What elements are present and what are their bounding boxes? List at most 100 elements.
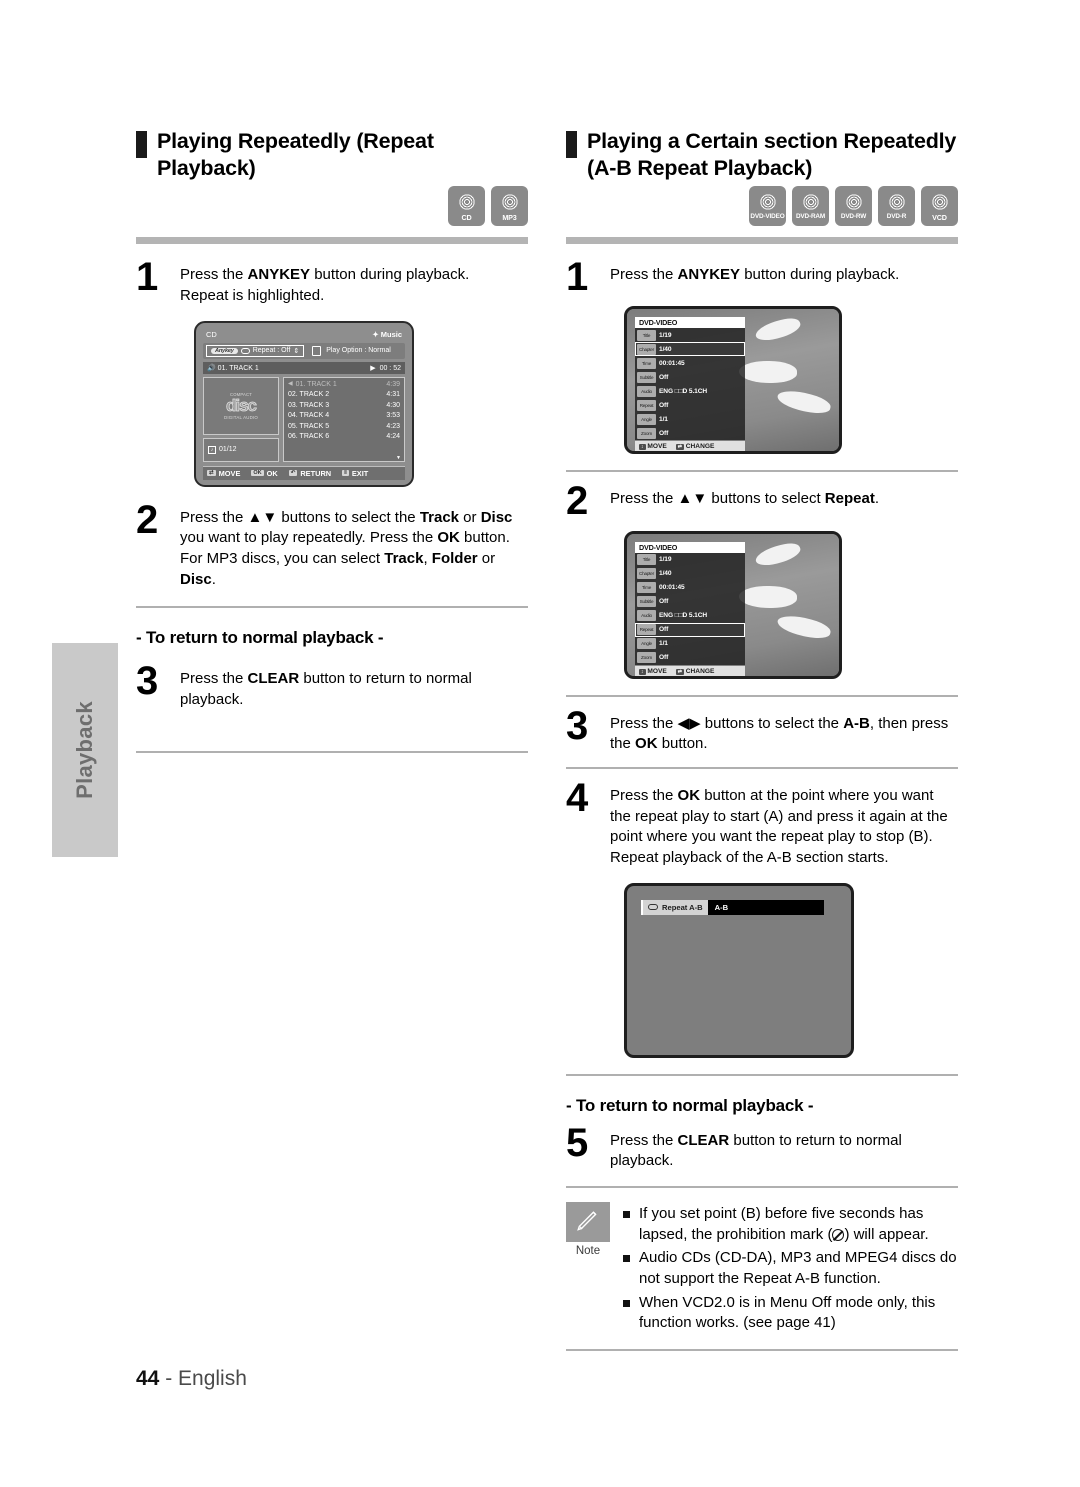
dvd-osd-row-chapter[interactable]: Chapter 1/40 <box>635 567 745 581</box>
disc-badge-dvd-rw: DVD-RW <box>835 186 872 227</box>
dvd-osd-row-zoom[interactable]: Zoom Off <box>635 651 745 665</box>
dvd-osd-row-zoom[interactable]: Zoom Off <box>635 426 745 440</box>
right-step-4: 4 Press the OK button at the point where… <box>566 775 958 869</box>
cd-track-name: 04. TRACK 4 <box>288 412 330 420</box>
cd-footer-action-ok[interactable]: OK OK <box>251 469 278 478</box>
cd-track-row[interactable]: 06. TRACK 6 4:24 <box>287 432 401 443</box>
dvd-osd-row-value: Off <box>659 626 669 634</box>
disc-badge-mp3: MP3 <box>491 186 528 227</box>
step-number: 1 <box>566 255 588 300</box>
cd-track-name: 06. TRACK 6 <box>288 433 330 441</box>
disc-badge-dvd-video: DVD-VIDEO <box>749 186 786 227</box>
cd-track-time: 4:30 <box>386 401 400 409</box>
playlist-icon <box>312 345 322 356</box>
note-item: If you set point (B) before five seconds… <box>623 1204 958 1245</box>
cd-track-row[interactable]: 03. TRACK 3 4:30 <box>287 401 401 412</box>
key-icon: ↶ <box>288 470 298 477</box>
cd-track-row[interactable]: ◀ 01. TRACK 1 4:39 <box>287 380 401 391</box>
cd-repeat-option[interactable]: Anykey Repeat : Off ⇕ <box>206 344 305 357</box>
cd-track-name: 03. TRACK 3 <box>288 401 330 409</box>
cd-osd-footer: ⇄ MOVE OK OK ↶ RETURN ‖ EXIT <box>203 465 405 480</box>
chapter-side-tab-label: Playback <box>72 701 97 799</box>
dvd-osd-row-value: 1/19 <box>659 331 672 339</box>
step-text: Press the CLEAR button to return to norm… <box>610 1131 902 1170</box>
disc-badge-vcd: VCD <box>921 186 958 227</box>
step-text: Press the OK button at the point where y… <box>610 786 948 866</box>
cd-footer-action-return[interactable]: ↶ RETURN <box>288 469 331 478</box>
cd-main-area: COMPACT disc DIGITAL AUDIO ♪ 01/12 ▼ ◀ 01… <box>203 376 405 462</box>
dvd-osd-row-angle[interactable]: Angle 1/1 <box>635 637 745 651</box>
dvd-footer-action-change[interactable]: ⇄ CHANGE <box>675 668 714 675</box>
cd-track-row[interactable]: 02. TRACK 2 4:31 <box>287 390 401 401</box>
cd-source-label: CD <box>206 329 217 339</box>
music-note-icon: ♪ <box>208 445 216 454</box>
cd-disc-artwork: COMPACT disc DIGITAL AUDIO <box>203 376 279 435</box>
dvd-osd-row-value: 1/1 <box>659 415 668 423</box>
dvd-osd-row-title[interactable]: Title 1/19 <box>635 553 745 567</box>
right-section-title: Playing a Certain section Repeatedly (A-… <box>587 129 957 181</box>
dvd-osd-row-repeat[interactable]: Repeat Off <box>635 398 745 412</box>
note-item-text: Audio CDs (CD-DA), MP3 and MPEG4 discs d… <box>639 1249 957 1288</box>
cd-track-time: 4:31 <box>386 391 400 399</box>
disc-icon <box>756 191 779 214</box>
right-step-3: 3 Press the ◀▶ buttons to select the A-B… <box>566 703 958 755</box>
step-number: 3 <box>566 703 588 748</box>
time-icon: Time <box>637 582 656 594</box>
section-bar-marker <box>136 131 147 158</box>
note-block: Note If you set point (B) before five se… <box>566 1202 958 1337</box>
dvd-osd-row-chapter[interactable]: Chapter 1/40 <box>635 342 745 357</box>
cd-track-row[interactable]: 04. TRACK 4 3:53 <box>287 411 401 422</box>
step-number: 4 <box>566 775 588 820</box>
cd-left-pane: COMPACT disc DIGITAL AUDIO ♪ 01/12 <box>203 376 279 462</box>
key-icon: ‖ <box>342 470 349 477</box>
cd-track-list[interactable]: ▼ ◀ 01. TRACK 1 4:39 02. TRACK 2 4:31 03. TRA… <box>283 376 405 462</box>
page-footer-sep: - <box>165 1367 179 1390</box>
dvd-footer-action-move[interactable]: ↕ MOVE <box>639 443 667 451</box>
dvd-osd-row-angle[interactable]: Angle 1/1 <box>635 412 745 426</box>
subtitle-icon: Subtitle <box>637 371 656 383</box>
ab-repeat-value: A-B <box>707 899 824 915</box>
dvd-osd-row-subtitle[interactable]: Subtitle Off <box>635 595 745 609</box>
cd-mode-label: ✦ Music <box>372 329 402 339</box>
dvd-footer-action-change[interactable]: ⇄ CHANGE <box>675 443 715 451</box>
dvd-osd-row-title[interactable]: Title 1/19 <box>635 328 745 342</box>
right-column: Playing a Certain section Repeatedly (A-… <box>566 128 958 1352</box>
dvd-osd-row-audio[interactable]: Audio ENG □□D 5.1CH <box>635 609 745 623</box>
dvd-osd-rows[interactable]: Title 1/19 Chapter 1/40 Time 00:01:45 Subtitle… <box>635 328 745 441</box>
step-text: Press the ANYKEY button during playback.… <box>180 266 470 304</box>
note-top-rule <box>566 1186 958 1189</box>
cd-logo-sub: DIGITAL AUDIO <box>223 414 259 420</box>
dvd-osd-rows[interactable]: Title 1/19 Chapter 1/40 Time 00:01:45 Subtitle… <box>635 552 745 665</box>
right-step-2: 2 Press the ▲▼ buttons to select Repeat. <box>566 481 958 521</box>
dvd-osd-footer: ↕ MOVE ⇄ CHANGE <box>635 665 745 676</box>
cd-footer-action-move[interactable]: ⇄ MOVE <box>207 469 240 478</box>
cd-track-counter-value: 01/12 <box>219 446 237 454</box>
cd-now-playing-time: ▶ 00 : 52 <box>370 364 401 372</box>
cd-track-row[interactable]: 05. TRACK 5 4:23 <box>287 422 401 433</box>
dvd-osd-row-subtitle[interactable]: Subtitle Off <box>635 370 745 384</box>
dvd-osd-row-value: Off <box>659 598 669 606</box>
right-divider-1 <box>566 470 958 473</box>
dvd-osd-row-audio[interactable]: Audio ENG □□D 5.1CH <box>635 384 745 398</box>
step-text: Press the ANYKEY button during playback. <box>610 266 900 284</box>
updown-arrows-icon: ⇕ <box>293 347 300 355</box>
disc-icon <box>498 191 521 214</box>
dvd-osd-row-value: ENG □□D 5.1CH <box>659 387 708 395</box>
disc-badge-dvd-r: DVD-R <box>878 186 915 227</box>
repeat-icon: Repeat <box>637 624 656 636</box>
dvd-osd-row-time[interactable]: Time 00:01:45 <box>635 581 745 595</box>
disc-badge-label: CD <box>461 213 472 223</box>
scroll-down-icon[interactable]: ▼ <box>396 455 401 461</box>
dvd-osd-row-value: 00:01:45 <box>659 584 685 592</box>
dvd-osd-row-repeat[interactable]: Repeat Off <box>635 622 745 637</box>
cd-play-option[interactable]: Play Option : Normal <box>312 345 391 356</box>
cd-footer-action-exit[interactable]: ‖ EXIT <box>342 469 368 478</box>
disc-badge-dvd-ram: DVD-RAM <box>792 186 829 227</box>
key-icon: ⇄ <box>675 668 684 675</box>
dvd-osd-row-time[interactable]: Time 00:01:45 <box>635 356 745 370</box>
dvd-footer-action-label: CHANGE <box>683 443 715 451</box>
step-number: 1 <box>136 255 158 300</box>
dvd-footer-action-move[interactable]: ↕ MOVE <box>639 668 667 675</box>
cd-osd-screenshot: CD ✦ Music Anykey Repeat : Off ⇕ Play Op… <box>194 320 414 487</box>
left-section-header: Playing Repeatedly (Repeat Playback) <box>136 128 528 182</box>
